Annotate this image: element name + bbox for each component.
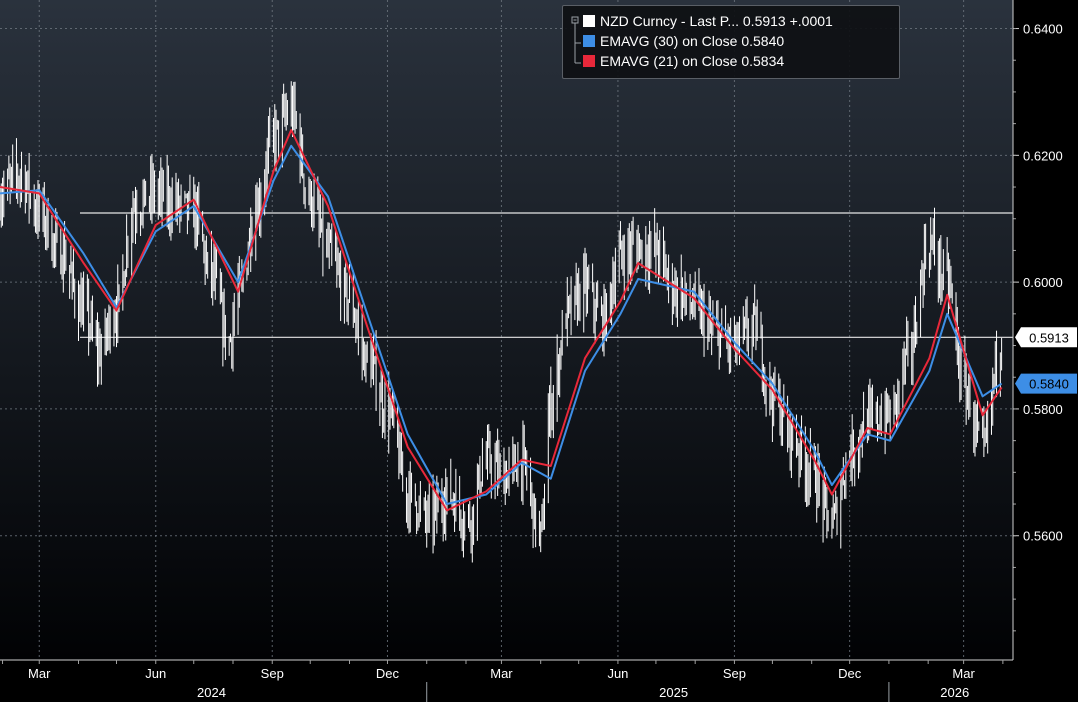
legend-swatch-ema21 bbox=[583, 55, 595, 67]
x-month-label: Dec bbox=[376, 666, 400, 681]
x-month-label: Sep bbox=[261, 666, 284, 681]
y-tick-label: 0.5600 bbox=[1023, 529, 1063, 544]
y-tick-label: 0.6000 bbox=[1023, 275, 1063, 290]
legend-row-ema21[interactable]: EMAVG (21) on Close 0.5834 bbox=[583, 51, 784, 71]
legend-tree-icon bbox=[571, 16, 581, 64]
legend-row-ema30[interactable]: EMAVG (30) on Close 0.5840 bbox=[583, 31, 784, 51]
last-value-tag: 0.5840 bbox=[1015, 373, 1077, 394]
legend-label-ema21: EMAVG (21) on Close 0.5834 bbox=[600, 53, 785, 69]
chart-legend[interactable]: NZD Curncy - Last P... 0.5913 +.0001 EMA… bbox=[562, 5, 900, 79]
x-month-label: Jun bbox=[145, 666, 166, 681]
axis-background bbox=[1013, 0, 1078, 702]
x-year-label: 2025 bbox=[659, 685, 688, 700]
x-month-label: Jun bbox=[607, 666, 628, 681]
x-month-label: Dec bbox=[838, 666, 862, 681]
last-value-tag: 0.5913 bbox=[1015, 327, 1077, 348]
x-year-label: 2026 bbox=[940, 685, 969, 700]
legend-swatch-ema30 bbox=[583, 35, 595, 47]
plot-background bbox=[0, 0, 1013, 660]
legend-row-price[interactable]: NZD Curncy - Last P... 0.5913 +.0001 bbox=[583, 11, 833, 31]
y-tick-label: 0.5800 bbox=[1023, 402, 1063, 417]
x-month-label: Mar bbox=[28, 666, 51, 681]
legend-swatch-price bbox=[583, 15, 595, 27]
x-year-label: 2024 bbox=[197, 685, 226, 700]
x-month-label: Mar bbox=[490, 666, 513, 681]
y-tick-label: 0.6200 bbox=[1023, 148, 1063, 163]
last-value-tag-text: 0.5840 bbox=[1029, 377, 1069, 392]
x-month-label: Mar bbox=[952, 666, 975, 681]
price-chart: 0.5600 0.5800 0.6000 0.6200 0.6400 Mar Jun Sep… bbox=[0, 0, 1078, 702]
x-month-label: Sep bbox=[723, 666, 746, 681]
y-tick-label: 0.6400 bbox=[1023, 22, 1063, 37]
last-value-tag-text: 0.5913 bbox=[1029, 330, 1069, 345]
legend-label-ema30: EMAVG (30) on Close 0.5840 bbox=[600, 33, 785, 49]
legend-label-price: NZD Curncy - Last P... 0.5913 +.0001 bbox=[600, 13, 833, 29]
